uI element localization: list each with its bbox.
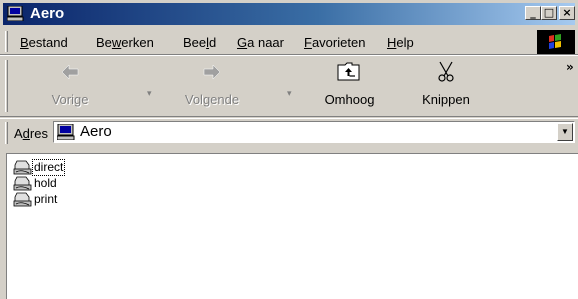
menu-help[interactable]: Help — [387, 35, 414, 50]
back-label: Vorige — [51, 92, 89, 107]
folder-up-icon — [337, 62, 360, 81]
menu-bestand[interactable]: Bestand — [20, 35, 68, 50]
maximize-button[interactable]: □ — [541, 6, 557, 20]
standard-toolbar: Vorige ▾ Volgende ▾ Omhoog Knippen » — [0, 55, 578, 117]
forward-arrow-icon — [203, 64, 221, 80]
windows-logo-icon — [537, 30, 575, 54]
computer-icon — [7, 6, 24, 21]
toolbar-grip[interactable] — [5, 60, 8, 112]
computer-icon — [57, 124, 75, 140]
forward-button[interactable]: Volgende — [172, 56, 252, 116]
back-arrow-icon — [61, 64, 79, 80]
file-list[interactable]: direct hold print — [6, 153, 578, 299]
printer-icon — [13, 176, 32, 191]
close-button[interactable]: × — [559, 6, 575, 20]
up-label: Omhoog — [324, 92, 375, 107]
menu-beeld[interactable]: Beeld — [183, 35, 216, 50]
menu-grip[interactable] — [5, 31, 8, 52]
address-label: Adres — [14, 126, 48, 141]
printer-icon — [13, 160, 32, 175]
address-dropdown-button[interactable]: ▼ — [557, 123, 573, 141]
printer-icon — [13, 192, 32, 207]
file-name: direct — [31, 159, 66, 176]
forward-dropdown-icon[interactable]: ▾ — [287, 88, 292, 99]
forward-label: Volgende — [184, 92, 240, 107]
title-bar[interactable]: Aero _ □ × — [3, 3, 575, 25]
back-dropdown-icon[interactable]: ▾ — [147, 88, 152, 99]
cut-button[interactable]: Knippen — [402, 56, 490, 116]
address-grip[interactable] — [5, 122, 8, 144]
address-input[interactable]: Aero ▼ — [53, 121, 575, 143]
minimize-button[interactable]: _ — [525, 6, 541, 20]
menu-ga-naar[interactable]: Ga naar — [237, 35, 284, 50]
toolbar-overflow-chevron-icon[interactable]: » — [566, 60, 574, 74]
file-name: print — [34, 192, 58, 206]
scissors-icon — [438, 61, 454, 82]
file-name: hold — [34, 176, 57, 190]
explorer-window: Aero _ □ × Bestand Bewerken Beeld Ga naa… — [0, 0, 578, 299]
menu-favorieten[interactable]: Favorieten — [304, 35, 365, 50]
back-button[interactable]: Vorige — [34, 56, 106, 116]
cut-label: Knippen — [422, 92, 470, 107]
window-title: Aero — [30, 5, 65, 22]
up-button[interactable]: Omhoog — [312, 56, 387, 116]
menu-bar: Bestand Bewerken Beeld Ga naar Favoriete… — [0, 29, 578, 55]
address-value: Aero — [80, 123, 112, 140]
menu-bewerken[interactable]: Bewerken — [96, 35, 154, 50]
address-bar: Adres Aero ▼ — [0, 118, 578, 146]
